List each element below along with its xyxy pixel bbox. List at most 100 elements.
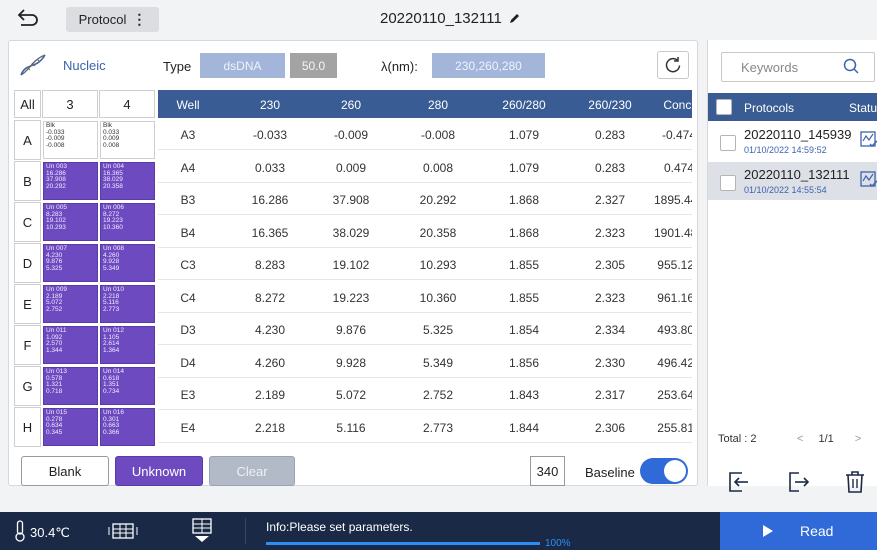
table-row[interactable]: E4 2.218 5.116 2.773 1.844 2.306 255.814 — [158, 411, 692, 443]
table-cell: 0.283 — [594, 160, 626, 175]
item-checkbox[interactable] — [720, 175, 736, 191]
type-select[interactable]: dsDNA — [200, 53, 285, 78]
plate-row-label[interactable]: F — [14, 325, 41, 365]
table-row[interactable]: B4 16.365 38.029 20.358 1.868 2.323 1901.483 — [158, 216, 692, 248]
table-cell: 0.008 — [422, 160, 454, 175]
plate-well[interactable]: Un 010 2.218 5.116 2.773 — [100, 285, 155, 323]
plate-well[interactable]: Blk -0.033 -0.009 -0.008 — [43, 121, 98, 159]
table-cell: 1.868 — [508, 193, 540, 207]
plate-row: C Un 005 8.283 19.102 10.293 Un 006 8.272 19.22… — [14, 202, 155, 243]
report-status-icon[interactable] — [860, 170, 877, 188]
toggle-knob — [664, 460, 686, 482]
search-icon[interactable] — [843, 58, 859, 74]
plate-row: F Un 011 1.092 2.570 1.344 Un 012 1.105 2.614 1.… — [14, 325, 155, 366]
plate-well[interactable]: Un 006 8.272 19.223 10.360 — [100, 203, 155, 241]
table-cell: 5.116 — [336, 420, 366, 435]
blank-button[interactable]: Blank — [21, 456, 109, 486]
plate-icon[interactable] — [108, 523, 138, 539]
next-page-button[interactable]: > — [855, 433, 861, 445]
well-line: 20.358 — [103, 182, 123, 190]
plate-row-label[interactable]: D — [14, 243, 41, 283]
well-line: 1.364 — [103, 346, 120, 354]
pencil-icon[interactable] — [508, 13, 520, 25]
plate-well[interactable]: Blk 0.033 0.009 0.008 — [100, 121, 155, 159]
table-cell: 19.223 — [332, 290, 370, 305]
plate-row: E Un 009 2.189 5.072 2.752 Un 010 2.218 5.116 2.… — [14, 284, 155, 325]
file-title-text: 20220110_132111 — [380, 10, 502, 27]
plate-well[interactable]: Un 003 16.286 37.908 20.292 — [43, 162, 98, 200]
protocol-list-item[interactable]: 20220110_145939 01/10/2022 14:59:52 — [708, 122, 877, 160]
well-line: 20.292 — [46, 182, 66, 190]
prev-page-button[interactable]: < — [797, 433, 803, 445]
table-row[interactable]: E3 2.189 5.072 2.752 1.843 2.317 253.645 — [158, 378, 692, 410]
factor-field[interactable]: 50.0 — [290, 53, 337, 78]
table-row[interactable]: A3 -0.033 -0.009 -0.008 1.079 0.283 -0.474 — [158, 118, 692, 150]
table-cell: 4.260 — [254, 355, 286, 370]
table-cell: 955.126 — [657, 258, 692, 272]
table-row[interactable]: C4 8.272 19.223 10.360 1.855 2.323 961.160 — [158, 281, 692, 313]
select-all-checkbox[interactable] — [716, 99, 732, 115]
plate-well[interactable]: Un 011 1.092 2.570 1.344 — [43, 326, 98, 364]
protocol-menu-button[interactable]: Protocol ⋮ — [66, 7, 159, 32]
table-row[interactable]: D3 4.230 9.876 5.325 1.854 2.334 493.803 — [158, 313, 692, 345]
protocols-column-header: Protocols — [744, 101, 795, 115]
plate-well[interactable]: Un 005 8.283 19.102 10.293 — [43, 203, 98, 241]
plate-well[interactable]: Un 007 4.230 9.876 5.325 — [43, 244, 98, 282]
table-row[interactable]: D4 4.260 9.928 5.349 1.856 2.330 496.428 — [158, 346, 692, 378]
plate-well[interactable]: Un 015 0.278 0.634 0.345 — [43, 408, 98, 446]
delete-icon[interactable] — [843, 470, 867, 494]
table-cell: B3 — [180, 193, 196, 207]
refresh-button[interactable] — [657, 51, 689, 79]
import-icon[interactable] — [726, 470, 750, 494]
table-cell: -0.008 — [420, 128, 456, 142]
table-row[interactable]: B3 16.286 37.908 20.292 1.868 2.327 1895.443 — [158, 183, 692, 215]
column-4-header[interactable]: 4 — [99, 90, 155, 118]
protocol-list-item[interactable]: 20220110_132111 01/10/2022 14:55:54 — [708, 162, 877, 200]
baseline-wavelength-field[interactable]: 340 — [530, 456, 565, 486]
lambda-field[interactable]: 230,260,280 — [432, 53, 545, 78]
back-icon[interactable] — [17, 8, 39, 28]
table-cell: 2.327 — [594, 193, 626, 207]
item-checkbox[interactable] — [720, 135, 736, 151]
table-cell: 1.843 — [508, 388, 540, 402]
plate-well[interactable]: Un 012 1.105 2.614 1.364 — [100, 326, 155, 364]
protocol-list-header: Protocols Status — [708, 93, 877, 121]
column-3-header[interactable]: 3 — [42, 90, 98, 118]
table-cell: E3 — [180, 388, 196, 402]
protocol-label: Protocol — [78, 12, 127, 27]
baseline-toggle[interactable] — [640, 458, 688, 484]
report-status-icon[interactable] — [860, 130, 877, 148]
clear-button[interactable]: Clear — [209, 456, 295, 486]
plate-well[interactable]: Un 008 4.260 9.928 5.349 — [100, 244, 155, 282]
table-row[interactable]: A4 0.033 0.009 0.008 1.079 0.283 0.474 — [158, 151, 692, 183]
table-row[interactable]: C3 8.283 19.102 10.293 1.855 2.305 955.126 — [158, 248, 692, 280]
sample-type-label[interactable]: Nucleic — [63, 58, 106, 73]
plate-row-label[interactable]: B — [14, 161, 41, 201]
select-all-button[interactable]: All — [14, 90, 41, 118]
table-cell: 2.323 — [594, 290, 626, 305]
plate-row-label[interactable]: E — [14, 284, 41, 324]
plate-row-label[interactable]: C — [14, 202, 41, 242]
plate-well[interactable]: Un 004 16.365 38.029 20.358 — [100, 162, 155, 200]
unknown-button[interactable]: Unknown — [115, 456, 203, 486]
tray-eject-icon[interactable] — [190, 518, 214, 544]
file-title[interactable]: 20220110_132111 — [380, 10, 520, 27]
column-header: 280 — [427, 98, 449, 112]
table-cell: 19.102 — [332, 258, 370, 272]
read-button[interactable]: Read — [720, 512, 877, 550]
table-cell: E4 — [180, 420, 196, 435]
plate-row-label[interactable]: A — [14, 120, 41, 160]
table-cell: 2.306 — [594, 420, 626, 435]
plate-well[interactable]: Un 014 0.618 1.351 0.734 — [100, 367, 155, 405]
progress-bar — [266, 542, 540, 545]
plate-well[interactable]: Un 013 0.578 1.321 0.718 — [43, 367, 98, 405]
plate-well[interactable]: Un 016 0.301 0.663 0.366 — [100, 408, 155, 446]
plate-well[interactable]: Un 009 2.189 5.072 2.752 — [43, 285, 98, 323]
plate-row-label[interactable]: G — [14, 366, 41, 406]
protocol-date: 01/10/2022 14:59:52 — [744, 145, 827, 155]
baseline-label: Baseline — [585, 465, 635, 480]
table-cell: 2.323 — [594, 225, 626, 240]
plate-row-label[interactable]: H — [14, 407, 41, 447]
export-icon[interactable] — [787, 470, 811, 494]
table-cell: 8.272 — [254, 290, 286, 305]
